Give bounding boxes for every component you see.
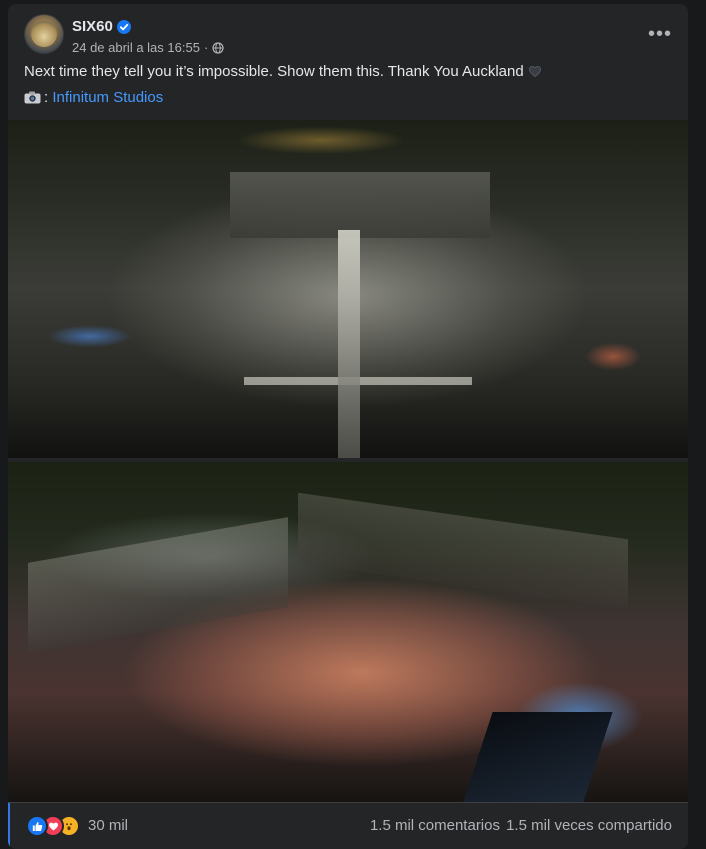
photo-stand-shape	[28, 517, 288, 653]
post-header: SIX60 24 de abril a las 16:55 · •••	[24, 12, 672, 56]
photo-stand-shape-2	[298, 492, 628, 610]
photo-stage-roof-shape	[463, 712, 613, 802]
avatar[interactable]	[24, 14, 64, 54]
like-reaction-icon	[26, 815, 48, 837]
photo-runway-shape	[338, 230, 360, 458]
photo-stage-shape	[230, 172, 490, 238]
avatar-image	[31, 21, 57, 47]
black-heart-icon	[528, 64, 542, 78]
verified-badge-icon	[116, 19, 131, 34]
photo-credit: : Infinitum Studios	[24, 88, 163, 108]
post-card: SIX60 24 de abril a las 16:55 · ••• Next…	[8, 4, 688, 849]
credit-link[interactable]: Infinitum Studios	[52, 89, 163, 106]
reaction-icons[interactable]	[26, 815, 80, 837]
post-meta: 24 de abril a las 16:55 ·	[72, 40, 224, 55]
more-options-icon: •••	[647, 23, 672, 45]
focus-accent	[8, 803, 10, 849]
camera-icon	[24, 90, 41, 104]
credit-prefix: :	[44, 89, 49, 106]
stadium-aerial-photo-1[interactable]	[8, 120, 688, 458]
post-text: Next time they tell you it’s impossible.…	[24, 63, 524, 80]
more-options-button[interactable]: •••	[642, 16, 678, 52]
author-row: SIX60	[72, 18, 131, 35]
reaction-count[interactable]: 30 mil	[88, 817, 128, 834]
stadium-aerial-photo-2[interactable]	[8, 462, 688, 802]
post-message: Next time they tell you it’s impossible.…	[24, 62, 672, 82]
post-timestamp[interactable]: 24 de abril a las 16:55	[72, 40, 200, 55]
shares-count[interactable]: 1.5 mil veces compartido	[506, 817, 672, 834]
meta-separator: ·	[203, 40, 209, 55]
reactions-bar: 30 mil 1.5 mil comentarios 1.5 mil veces…	[8, 802, 688, 849]
globe-icon[interactable]	[212, 41, 224, 54]
comments-count[interactable]: 1.5 mil comentarios	[370, 817, 500, 834]
author-name[interactable]: SIX60	[72, 18, 113, 35]
